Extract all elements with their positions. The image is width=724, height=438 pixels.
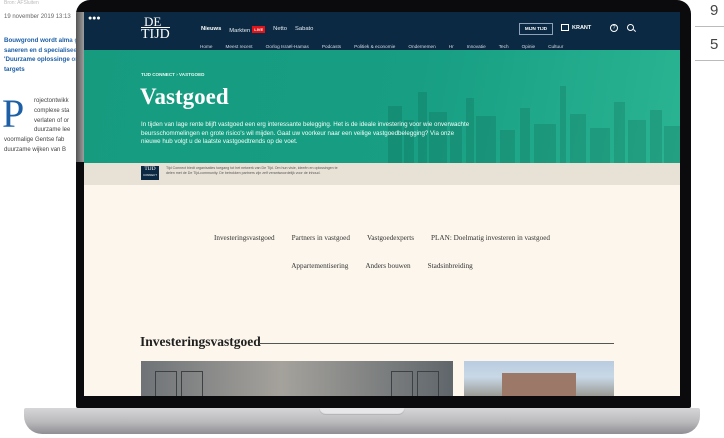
ranking-number: 9 xyxy=(710,2,719,19)
subnav-item-cultuur[interactable]: Cultuur xyxy=(548,44,563,49)
building-balcony xyxy=(155,371,177,396)
help-icon[interactable]: ? xyxy=(610,24,618,32)
section-divider xyxy=(259,343,614,344)
window-dots-icon: ● ● ● xyxy=(88,15,101,22)
screen-fade xyxy=(68,12,84,162)
krant-button[interactable]: KRANT xyxy=(561,24,591,31)
building-balcony xyxy=(181,371,203,396)
subnav-item-opinie[interactable]: Opinie xyxy=(522,44,536,49)
city-skyline-image xyxy=(388,86,680,163)
ranking-number: 5 xyxy=(710,36,719,53)
topic-links-row-1: Investeringsvastgoed Partners in vastgoe… xyxy=(84,234,680,242)
connect-logo-top: TIJD xyxy=(144,166,156,172)
connect-disclaimer: Tijd Connect biedt organisaties toegang … xyxy=(166,166,338,175)
live-badge: LIVE xyxy=(252,26,266,33)
site-header: ● ● ● DE TIJD Nieuws Markten LIVE Netto S… xyxy=(84,12,680,50)
nav-item-label: Markten xyxy=(229,28,251,34)
background-date: 19 november 2019 13:13 xyxy=(4,14,71,20)
krant-label: KRANT xyxy=(572,24,592,31)
tijd-connect-strip: TIJD CONNECT Tijd Connect biedt organisa… xyxy=(84,163,680,185)
nav-item-markten[interactable]: Markten LIVE xyxy=(229,26,266,34)
de-tijd-logo[interactable]: DE TIJD xyxy=(141,14,170,42)
subnav-item-politiek[interactable]: Politiek & economie xyxy=(354,44,395,49)
topic-link-stadsinbreiding[interactable]: Stadsinbreiding xyxy=(428,262,473,270)
background-ranking: 9 5 xyxy=(690,0,724,90)
breadcrumb[interactable]: TIJD CONNECT › VASTGOED xyxy=(141,72,204,77)
krant-icon xyxy=(561,24,569,31)
hero-banner: TIJD CONNECT › VASTGOED Vastgoed In tijd… xyxy=(84,50,680,163)
nav-item-sabato[interactable]: Sabato xyxy=(295,26,313,34)
laptop-screen: ● ● ● DE TIJD Nieuws Markten LIVE Netto S… xyxy=(84,12,680,396)
subnav-item-tech[interactable]: Tech xyxy=(499,44,509,49)
topic-link-partners[interactable]: Partners in vastgoed xyxy=(292,234,350,242)
subnav-item-podcasts[interactable]: Podcasts xyxy=(322,44,341,49)
subnav-item-ondernemen[interactable]: Ondernemen xyxy=(408,44,435,49)
camera-notch xyxy=(421,0,495,12)
topic-link-plan[interactable]: PLAN: Doelmatig investeren in vastgoed xyxy=(431,234,550,242)
subnav-item-meest-recent[interactable]: Meest recent xyxy=(226,44,253,49)
laptop-opening-notch xyxy=(319,408,405,415)
search-icon[interactable] xyxy=(627,24,634,31)
page-title: Vastgoed xyxy=(140,84,229,109)
subnav-item-hr[interactable]: Hr xyxy=(449,44,454,49)
topic-links-row-2: Appartementisering Anders bouwen Stadsin… xyxy=(84,262,680,270)
topic-link-vastgoedexperts[interactable]: Vastgoedexperts xyxy=(367,234,414,242)
subnav-item-home[interactable]: Home xyxy=(200,44,213,49)
background-body-line: voormalige Gentse fab xyxy=(4,137,65,144)
laptop-base xyxy=(24,408,700,434)
nav-item-netto[interactable]: Netto xyxy=(273,26,287,34)
logo-bottom: TIJD xyxy=(141,27,170,42)
building-image xyxy=(502,373,576,396)
main-nav: Nieuws Markten LIVE Netto Sabato xyxy=(201,26,313,34)
topic-link-anders-bouwen[interactable]: Anders bouwen xyxy=(365,262,410,270)
article-card-image[interactable] xyxy=(141,361,453,396)
sub-nav: Home Meest recent Oorlog Israël-Hamas Po… xyxy=(200,44,563,49)
subnav-item-oorlog[interactable]: Oorlog Israël-Hamas xyxy=(266,44,309,49)
topic-link-appartementisering[interactable]: Appartementisering xyxy=(291,262,348,270)
ranking-divider xyxy=(695,60,724,61)
page-description: In tijden van lage rente blijft vastgoed… xyxy=(141,121,470,145)
building-balcony xyxy=(391,371,413,396)
building-balcony xyxy=(417,371,439,396)
subnav-item-innovatie[interactable]: Innovatie xyxy=(467,44,486,49)
ranking-divider xyxy=(695,26,724,27)
connect-logo-bottom: CONNECT xyxy=(143,173,157,177)
background-source: Bron: AFSluiten xyxy=(4,0,39,6)
tijd-connect-logo: TIJD CONNECT xyxy=(141,166,159,180)
nav-item-nieuws[interactable]: Nieuws xyxy=(201,26,221,34)
logo-top: DE xyxy=(144,14,162,29)
mijn-tijd-button[interactable]: MIJN TIJD xyxy=(519,23,553,35)
background-body-line: duurzame wijken van B xyxy=(4,146,67,153)
article-card-image[interactable] xyxy=(464,361,614,396)
section-title: Investeringsvastgoed xyxy=(140,334,261,349)
topic-link-investeringsvastgoed[interactable]: Investeringsvastgoed xyxy=(214,234,275,242)
